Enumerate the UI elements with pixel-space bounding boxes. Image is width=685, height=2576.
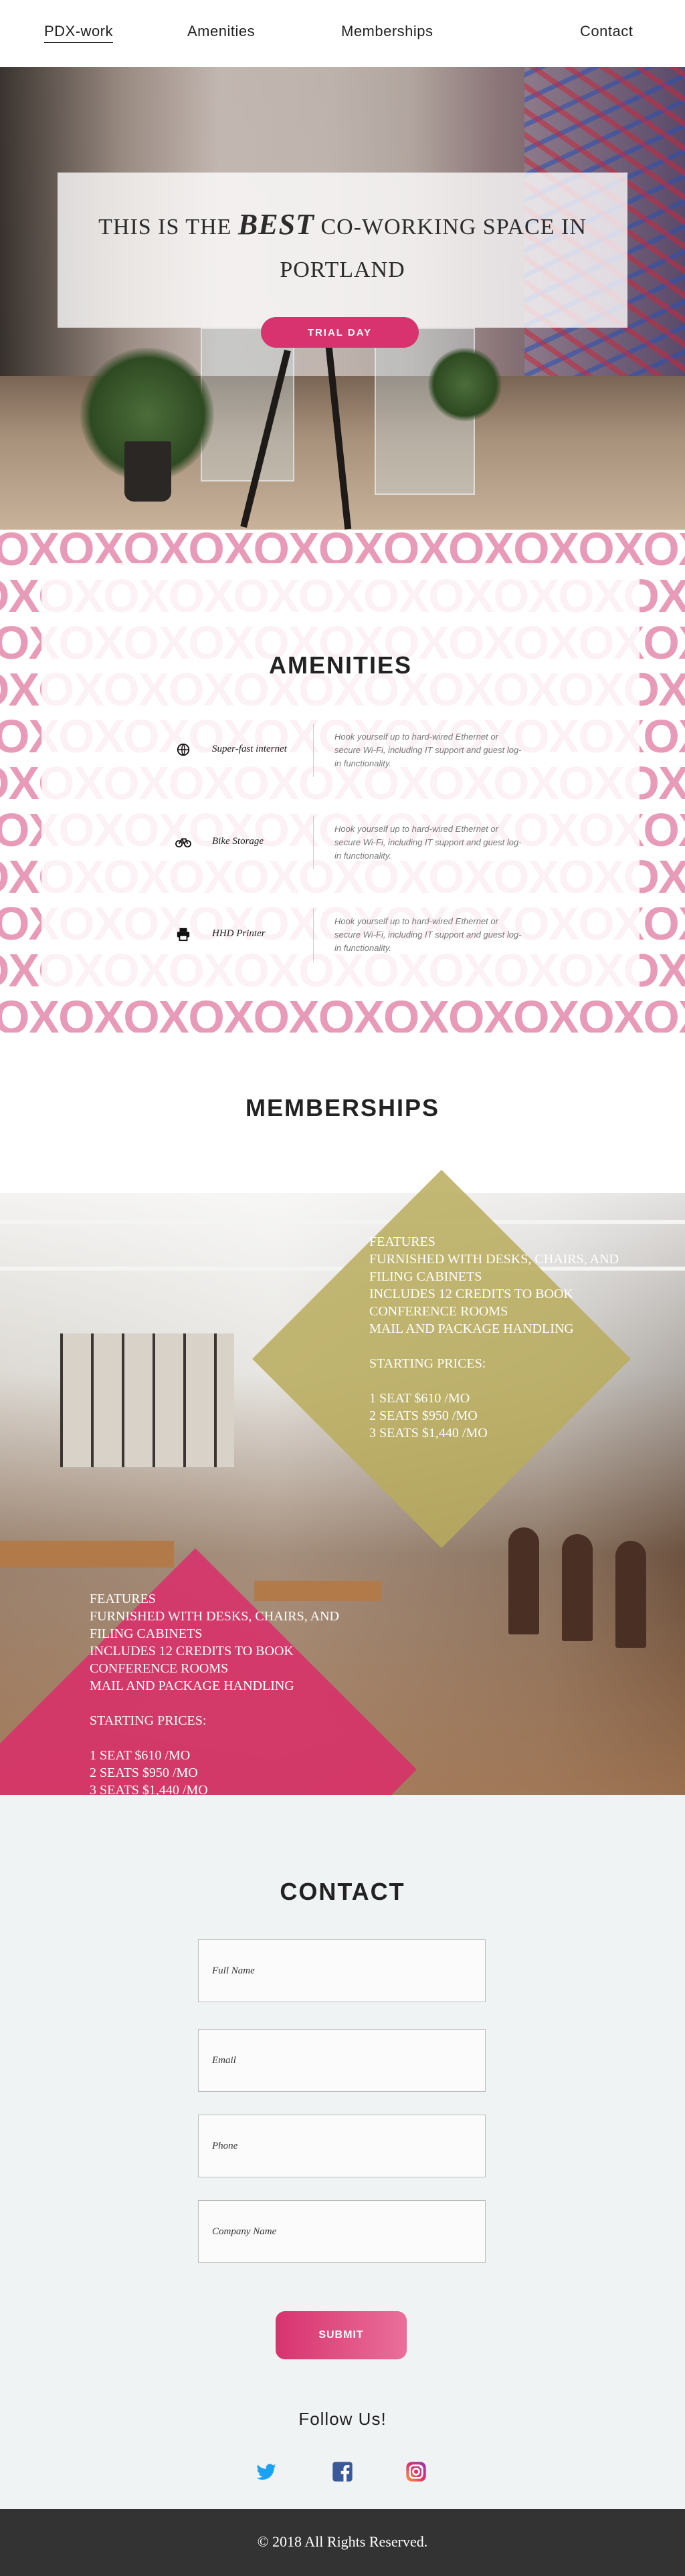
- phone-field[interactable]: [198, 2115, 486, 2177]
- contact-title: CONTACT: [280, 1878, 405, 1905]
- feature-item: CONFERENCE ROOMS: [90, 1661, 229, 1676]
- hero-plant: [428, 348, 502, 421]
- bookshelf: [60, 1333, 234, 1467]
- amenity-name: HHD Printer: [212, 928, 266, 939]
- amenity-divider: [313, 724, 314, 777]
- top-nav: PDX-work Amenities Memberships Contact: [0, 0, 685, 67]
- footer: © 2018 All Rights Reserved.: [0, 2509, 685, 2576]
- hero-title-part: THIS IS THE: [98, 215, 238, 239]
- feature-item: FILING CABINETS: [369, 1269, 482, 1284]
- amenity-name: Super-fast internet: [212, 744, 287, 754]
- full-name-field[interactable]: [198, 1939, 486, 2002]
- prices-heading: STARTING PRICES:: [90, 1713, 207, 1728]
- membership-plan-1: FEATURES FURNISHED WITH DESKS, CHAIRS, A…: [369, 1233, 619, 1442]
- amenity-description: Hook yourself up to hard-wired Ethernet …: [334, 732, 522, 768]
- hero-title: THIS IS THE BEST CO-WORKING SPACE IN POR…: [58, 203, 627, 292]
- xo-pattern-row: OXOXOXOXOXOXOXOXOXOXOXOXOXOX: [0, 991, 685, 1033]
- prices-heading: STARTING PRICES:: [369, 1356, 486, 1371]
- email-field[interactable]: [198, 2029, 486, 2092]
- nav-link-amenities[interactable]: Amenities: [187, 23, 255, 40]
- hero-glass-panel: [201, 328, 294, 481]
- printer-icon: [175, 927, 191, 943]
- feature-item: FURNISHED WITH DESKS, CHAIRS, AND: [90, 1609, 339, 1624]
- hero-section: THIS IS THE BEST CO-WORKING SPACE IN POR…: [0, 67, 685, 530]
- price-item: 3 SEATS $1,440 /MO: [369, 1426, 488, 1440]
- company-name-field[interactable]: [198, 2200, 486, 2263]
- amenities-title: AMENITIES: [268, 651, 412, 679]
- features-heading: FEATURES: [369, 1235, 435, 1249]
- bar-stool: [615, 1541, 646, 1648]
- globe-icon: [175, 742, 191, 758]
- feature-item: MAIL AND PACKAGE HANDLING: [369, 1321, 574, 1336]
- feature-item: FURNISHED WITH DESKS, CHAIRS, AND: [369, 1252, 619, 1267]
- work-table: [0, 1541, 174, 1568]
- contact-section: CONTACT SUBMIT Follow Us!: [0, 1795, 685, 2509]
- price-item: 1 SEAT $610 /MO: [369, 1391, 470, 1406]
- amenity-item: HHD Printer Hook yourself up to hard-wir…: [41, 904, 640, 964]
- hero-title-part: CO-WORKING SPACE IN PORTLAND: [280, 215, 587, 282]
- feature-item: INCLUDES 12 CREDITS TO BOOK: [369, 1287, 573, 1301]
- ceiling-beam: [0, 1220, 685, 1224]
- twitter-icon[interactable]: [256, 2461, 277, 2482]
- amenity-name: Bike Storage: [212, 836, 264, 847]
- price-item: 2 SEATS $950 /MO: [369, 1408, 478, 1423]
- amenities-card: AMENITIES Super-fast internet Hook yours…: [41, 563, 640, 987]
- amenity-description: Hook yourself up to hard-wired Ethernet …: [334, 916, 522, 953]
- memberships-section: MEMBERSHIPS FEATURES FURNISHED WITH DESK…: [0, 1033, 685, 1795]
- hero-overlay-box: THIS IS THE BEST CO-WORKING SPACE IN POR…: [58, 173, 627, 348]
- feature-item: INCLUDES 12 CREDITS TO BOOK: [90, 1644, 294, 1658]
- amenities-section: OXOXOXOXOXOXOXOXOXOXOXOXOXOXOXOXOXOXOXOX…: [0, 530, 685, 1033]
- amenity-divider: [313, 908, 314, 962]
- nav-link-contact[interactable]: Contact: [580, 23, 633, 40]
- facebook-icon[interactable]: [332, 2461, 353, 2482]
- bike-icon: [175, 835, 191, 851]
- copyright-text: © 2018 All Rights Reserved.: [257, 2533, 428, 2550]
- hero-planter: [124, 441, 171, 502]
- follow-us-label: Follow Us!: [298, 2409, 387, 2429]
- feature-item: CONFERENCE ROOMS: [369, 1304, 508, 1319]
- price-item: 3 SEATS $1,440 /MO: [90, 1783, 208, 1795]
- price-item: 1 SEAT $610 /MO: [90, 1748, 191, 1763]
- trial-day-button[interactable]: TRIAL DAY: [261, 317, 419, 348]
- feature-item: FILING CABINETS: [90, 1626, 203, 1641]
- bar-stool: [562, 1534, 593, 1641]
- bar-stool: [508, 1527, 539, 1634]
- amenity-item: Super-fast internet Hook yourself up to …: [41, 720, 640, 780]
- nav-link-memberships[interactable]: Memberships: [341, 23, 433, 40]
- memberships-title: MEMBERSHIPS: [245, 1094, 440, 1121]
- amenity-description: Hook yourself up to hard-wired Ethernet …: [334, 824, 522, 861]
- feature-item: MAIL AND PACKAGE HANDLING: [90, 1679, 294, 1693]
- amenity-divider: [313, 816, 314, 869]
- amenity-item: Bike Storage Hook yourself up to hard-wi…: [41, 812, 640, 872]
- submit-button[interactable]: SUBMIT: [276, 2311, 407, 2359]
- price-item: 2 SEATS $950 /MO: [90, 1765, 198, 1780]
- features-heading: FEATURES: [90, 1592, 156, 1606]
- nav-link-home[interactable]: PDX-work: [44, 23, 114, 43]
- hero-title-emphasis: BEST: [237, 208, 314, 241]
- instagram-icon[interactable]: [405, 2461, 427, 2482]
- membership-plan-2: FEATURES FURNISHED WITH DESKS, CHAIRS, A…: [90, 1590, 339, 1795]
